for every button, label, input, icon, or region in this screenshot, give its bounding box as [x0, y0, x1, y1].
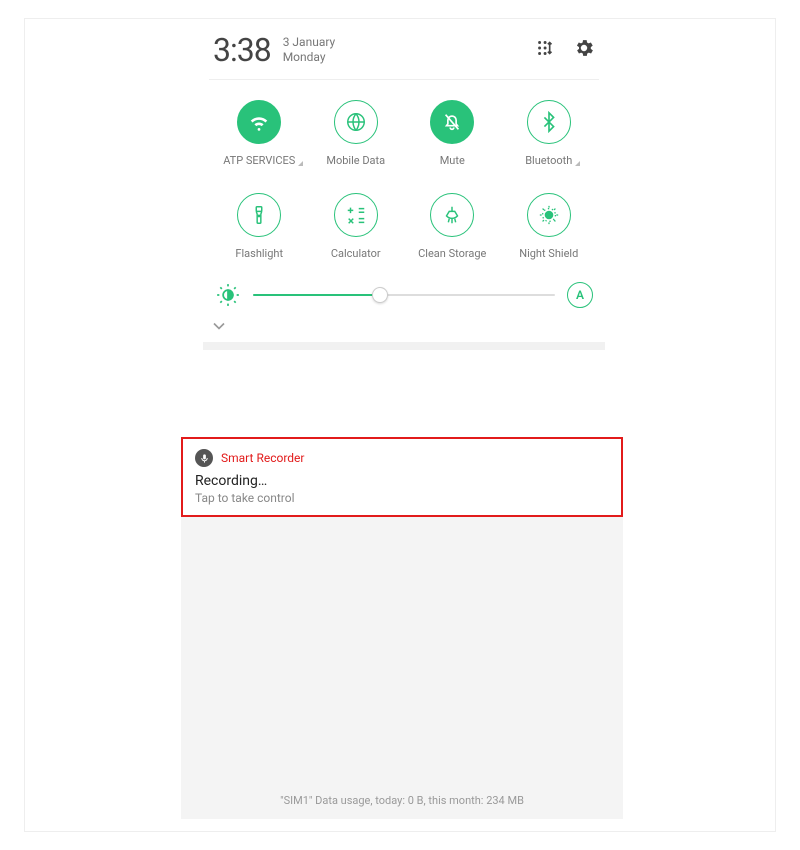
- brightness-row: A: [209, 268, 599, 314]
- bell-off-icon[interactable]: [430, 100, 474, 144]
- brightness-slider[interactable]: [253, 294, 555, 296]
- tile-label-wifi: ATP SERVICES: [223, 154, 295, 167]
- brightness-icon: [215, 282, 241, 308]
- notification-shade: Smart Recorder Recording… Tap to take co…: [181, 437, 623, 819]
- flashlight-icon[interactable]: [237, 193, 281, 237]
- broom-icon[interactable]: [430, 193, 474, 237]
- tile-label-data: Mobile Data: [326, 154, 385, 167]
- notification-subtitle: Tap to take control: [195, 491, 609, 505]
- tile-bluetooth[interactable]: Bluetooth: [501, 100, 598, 167]
- edit-tiles-icon[interactable]: [535, 37, 557, 59]
- microphone-icon: [195, 449, 213, 467]
- tile-label-mute: Mute: [440, 154, 465, 167]
- tile-label-bluetooth: Bluetooth: [525, 154, 572, 167]
- tile-data[interactable]: Mobile Data: [308, 100, 405, 167]
- night-icon[interactable]: [527, 193, 571, 237]
- clock-time: 3:38: [213, 31, 271, 69]
- auto-brightness-button[interactable]: A: [567, 282, 593, 308]
- tile-label-clean: Clean Storage: [418, 247, 486, 260]
- calculator-icon[interactable]: [334, 193, 378, 237]
- bluetooth-icon[interactable]: [527, 100, 571, 144]
- tile-label-night: Night Shield: [519, 247, 578, 260]
- tile-mute[interactable]: Mute: [404, 100, 501, 167]
- status-header: 3:38 3 January Monday: [209, 23, 599, 80]
- globe-icon[interactable]: [334, 100, 378, 144]
- tile-calculator[interactable]: Calculator: [308, 193, 405, 260]
- tile-flashlight[interactable]: Flashlight: [211, 193, 308, 260]
- panel-shadow: [203, 342, 605, 350]
- data-usage-footer: "SIM1" Data usage, today: 0 B, this mont…: [181, 794, 623, 807]
- wifi-icon[interactable]: [237, 100, 281, 144]
- tile-clean[interactable]: Clean Storage: [404, 193, 501, 260]
- tile-label-flashlight: Flashlight: [235, 247, 283, 260]
- quick-settings-panel: 3:38 3 January Monday: [209, 23, 599, 350]
- notification-title: Recording…: [195, 473, 609, 489]
- tiles-grid: ATP SERVICES Mobile Data Mute Bluetooth Flas…: [209, 80, 599, 268]
- tile-wifi[interactable]: ATP SERVICES: [211, 100, 308, 167]
- notification-app-name: Smart Recorder: [221, 451, 304, 465]
- brightness-thumb[interactable]: [372, 287, 388, 303]
- settings-gear-icon[interactable]: [573, 37, 595, 59]
- tile-label-calculator: Calculator: [331, 247, 381, 260]
- notification-card-smart-recorder[interactable]: Smart Recorder Recording… Tap to take co…: [181, 437, 623, 517]
- tile-night[interactable]: Night Shield: [501, 193, 598, 260]
- clock-date: 3 January Monday: [283, 35, 336, 65]
- expand-chevron-icon[interactable]: [209, 314, 599, 342]
